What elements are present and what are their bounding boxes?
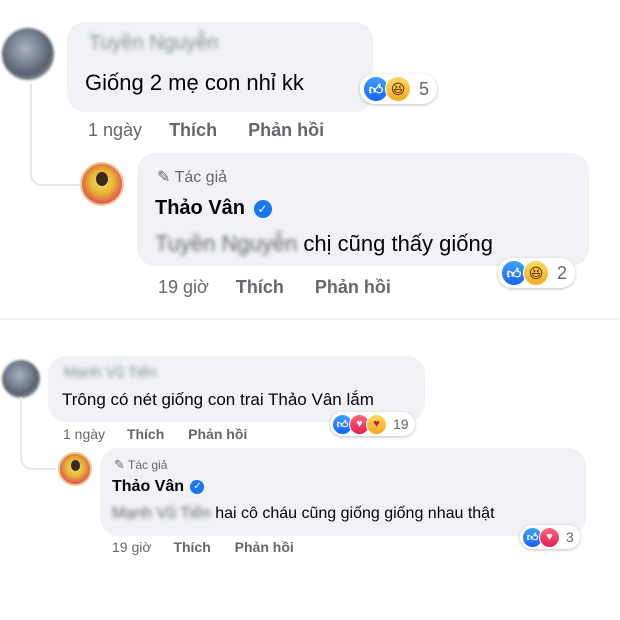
author-avatar[interactable] [58, 452, 92, 486]
care-icon: ♥ [366, 413, 387, 435]
reply-author-name[interactable]: Thảo Vân ✓ [112, 478, 205, 496]
haha-icon: 😆︎ [385, 76, 411, 102]
reply-actions: 19 giờ Thích Phản hồi [158, 277, 391, 298]
comment-bubble: Tuyền Nguyễn Giống 2 mẹ con nhỉ kk [67, 22, 373, 112]
comment-actions: 1 ngày Thích Phản hồi [63, 426, 247, 442]
reaction-count: 3 [566, 529, 574, 545]
thread-connector [20, 397, 56, 470]
reply-time[interactable]: 19 giờ [112, 539, 152, 555]
divider [0, 318, 620, 320]
reply-button[interactable]: Phản hồi [188, 426, 247, 442]
reaction-count: 19 [393, 416, 409, 432]
reply-author-label: Thảo Vân [112, 478, 185, 495]
comment-reactions[interactable]: 👍︎ 😆︎ 5 [360, 74, 438, 104]
thread-connector [30, 84, 80, 186]
like-button[interactable]: Thích [169, 120, 217, 140]
reply-button[interactable]: Phản hồi [235, 539, 294, 555]
comment-actions: 1 ngày Thích Phản hồi [88, 120, 324, 141]
reply-button[interactable]: Phản hồi [315, 277, 391, 297]
reply-reactions[interactable]: 👍︎ ♥ 3 [520, 525, 580, 549]
reply-text-body: hai cô cháu cũng giống giống nhau thật [215, 505, 495, 522]
mention-link[interactable]: Mạnh Vũ Tiến [112, 505, 211, 522]
like-button[interactable]: Thích [236, 277, 284, 297]
reply-author-name[interactable]: Thảo Vân ✓ [155, 197, 272, 220]
mention-link[interactable]: Tuyền Nguyễn [155, 231, 297, 256]
comment-thread-1: Tuyền Nguyễn Giống 2 mẹ con nhỉ kk 👍︎ 😆︎… [0, 0, 620, 305]
reply-button[interactable]: Phản hồi [248, 120, 324, 140]
love-icon: ♥ [539, 526, 560, 548]
reply-author-label: Thảo Vân [155, 197, 246, 219]
comment-thread-2: Mạnh Vũ Tiến Trông có nét giống con trai… [0, 345, 620, 563]
author-badge: ✎ Tác giả [114, 457, 167, 473]
reply-text: Tuyền Nguyễn chị cũng thấy giống [155, 231, 493, 257]
author-badge: ✎ Tác giả [157, 167, 227, 187]
comment-time[interactable]: 1 ngày [63, 426, 105, 442]
verified-badge-icon: ✓ [253, 199, 272, 218]
reply-time[interactable]: 19 giờ [158, 277, 209, 297]
commenter-name[interactable]: Tuyền Nguyễn [89, 32, 218, 55]
author-avatar[interactable] [80, 162, 124, 206]
pencil-icon: ✎ [114, 457, 125, 472]
pencil-icon: ✎ [157, 169, 171, 186]
like-button[interactable]: Thích [127, 426, 164, 442]
reply-bubble: ✎ Tác giả Thảo Vân ✓ Mạnh Vũ Tiến hai cô… [100, 448, 586, 536]
comment-reactions[interactable]: 👍︎ ♥ ♥ 19 [330, 412, 415, 436]
comment-text: Giống 2 mẹ con nhỉ kk [85, 70, 304, 95]
reaction-count: 5 [419, 78, 430, 99]
author-badge-label: Tác giả [174, 169, 228, 186]
reply-text-body: chị cũng thấy giống [303, 231, 493, 256]
reply-reactions[interactable]: 👍︎ 😆︎ 2 [498, 258, 576, 288]
like-button[interactable]: Thích [173, 539, 210, 555]
reply-actions: 19 giờ Thích Phản hồi [112, 539, 294, 555]
haha-icon: 😆︎ [523, 260, 549, 286]
commenter-name[interactable]: Mạnh Vũ Tiến [64, 364, 157, 381]
reply-text: Mạnh Vũ Tiến hai cô cháu cũng giống giốn… [112, 505, 495, 523]
author-badge-label: Tác giả [128, 458, 168, 472]
reply-bubble: ✎ Tác giả Thảo Vân ✓ Tuyền Nguyễn chị cũ… [137, 153, 589, 266]
commenter-avatar[interactable] [2, 28, 54, 80]
verified-badge-icon: ✓ [190, 479, 205, 494]
reaction-count: 2 [557, 262, 568, 283]
comment-text: Trông có nét giống con trai Thảo Vân lắm [62, 390, 374, 409]
comment-time[interactable]: 1 ngày [88, 120, 142, 140]
